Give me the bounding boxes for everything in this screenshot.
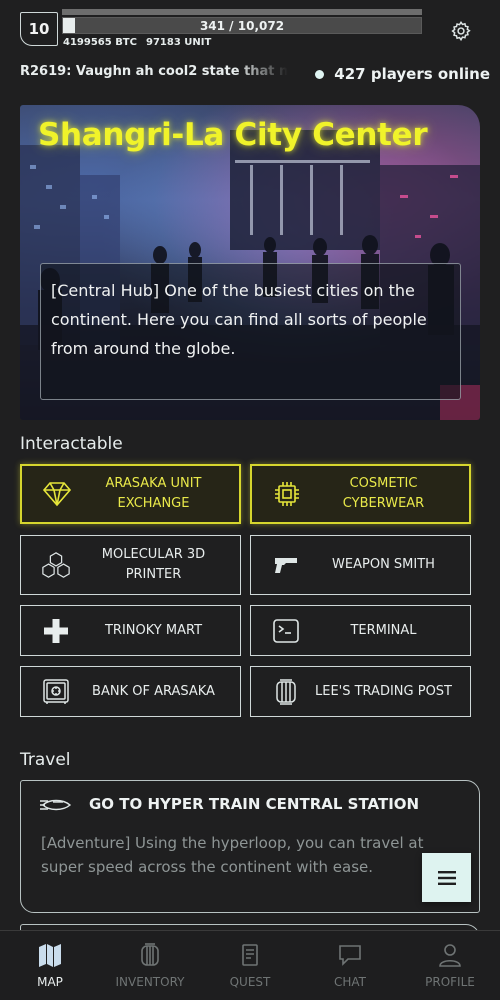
players-online-text: 427 players online	[334, 65, 490, 83]
nav-label: INVENTORY	[115, 975, 185, 989]
btc-balance: 4199565 BTC	[63, 37, 137, 48]
chat-bubble-icon	[339, 945, 361, 966]
lees-trading-post-button[interactable]: LEE'S TRADING POST	[250, 666, 471, 717]
chip-icon	[272, 479, 302, 509]
cosmetic-cyberwear-button[interactable]: COSMETIC CYBERWEAR	[250, 464, 471, 524]
ticker-row: R2619: Vaughn ah cool2 state that next 4…	[20, 64, 490, 84]
terminal-icon	[271, 616, 301, 646]
nav-chat[interactable]: CHAT	[300, 931, 400, 1000]
nav-label: CHAT	[333, 975, 366, 989]
nav-label: QUEST	[229, 975, 271, 989]
xp-text: 341 / 10,072	[199, 18, 285, 33]
top-bar: 10 341 / 10,072 4199565 BTC 97183 UNIT R2…	[0, 0, 500, 95]
travel-heading: Travel	[20, 750, 71, 770]
pistol-icon	[271, 550, 301, 580]
hyper-train-icon	[39, 795, 73, 815]
location-title: Shangri-La City Center	[38, 117, 428, 153]
safe-icon	[41, 677, 71, 707]
hexagon-cluster-icon	[41, 550, 71, 580]
xp-progress-bar: 341 / 10,072	[62, 17, 422, 34]
chat-ticker[interactable]: R2619: Vaughn ah cool2 state that next	[20, 64, 288, 84]
map-icon	[39, 944, 61, 967]
travel-destination-title: GO TO HYPER TRAIN CENTRAL STATION	[89, 795, 420, 813]
menu-fab-button[interactable]	[422, 853, 471, 902]
gear-icon	[451, 20, 471, 42]
arasaka-unit-exchange-button[interactable]: ARASAKA UNIT EXCHANGE	[20, 464, 241, 524]
hamburger-icon	[437, 870, 456, 885]
bottom-nav: MAP INVENTORY QUEST CHAT PROFILE	[0, 930, 500, 1000]
nav-label: MAP	[37, 975, 63, 989]
online-status-dot	[315, 69, 325, 79]
quest-scroll-icon	[242, 944, 258, 966]
settings-button[interactable]	[450, 20, 472, 42]
travel-destination-description: [Adventure] Using the hyperloop, you can…	[41, 834, 424, 876]
unit-balance: 97183 UNIT	[145, 37, 212, 48]
nav-profile[interactable]: PROFILE	[400, 931, 500, 1000]
trinoky-mart-button[interactable]: TRINOKY MART	[20, 605, 241, 656]
plus-icon	[41, 616, 71, 646]
cargo-icon	[271, 677, 301, 707]
terminal-button[interactable]: TERMINAL	[250, 605, 471, 656]
diamond-icon	[42, 479, 72, 509]
nav-inventory[interactable]: INVENTORY	[100, 931, 200, 1000]
backpack-icon	[141, 943, 159, 966]
players-online: 427 players online	[315, 64, 490, 84]
xp-track-decoration	[62, 9, 422, 15]
nav-label: PROFILE	[425, 975, 475, 989]
molecular-3d-printer-button[interactable]: MOLECULAR 3D PRINTER	[20, 535, 241, 595]
travel-hyper-train-card[interactable]: GO TO HYPER TRAIN CENTRAL STATION [Adven…	[20, 780, 480, 913]
nav-map[interactable]: MAP	[0, 931, 100, 1000]
location-description: [Central Hub] One of the busiest cities …	[40, 263, 461, 400]
weapon-smith-button[interactable]: WEAPON SMITH	[250, 535, 471, 595]
currency-display: 4199565 BTC 97183 UNIT	[63, 37, 211, 48]
location-hero: Shangri-La City Center [Central Hub] One…	[20, 105, 480, 420]
interactable-heading: Interactable	[20, 434, 123, 454]
level-badge: 10	[20, 12, 58, 46]
bank-of-arasaka-button[interactable]: BANK OF ARASAKA	[20, 666, 241, 717]
nav-quest[interactable]: QUEST	[200, 931, 300, 1000]
user-icon	[439, 944, 461, 967]
